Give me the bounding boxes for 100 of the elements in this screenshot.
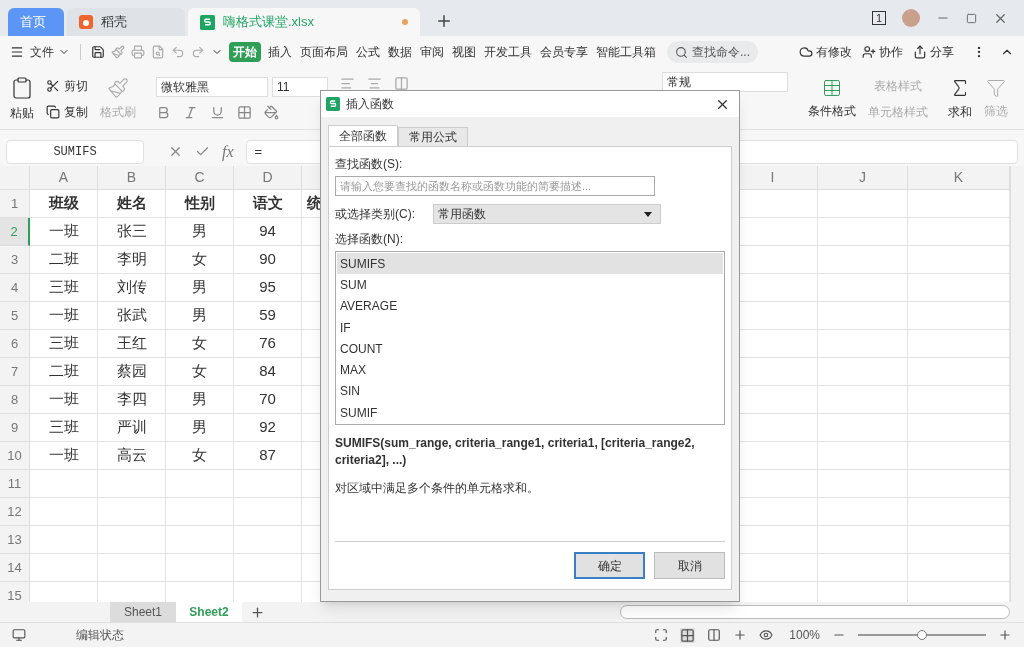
document-tab[interactable]: 稻壳 [67, 8, 185, 36]
row-header[interactable]: 13 [0, 526, 30, 554]
paste-button[interactable]: 粘贴 [10, 103, 34, 122]
toolbar-action[interactable]: 分享 [913, 43, 954, 61]
cancel-button[interactable]: 取消 [654, 552, 725, 579]
redo-icon[interactable] [191, 45, 205, 59]
toolbar-action[interactable]: 有修改 [799, 43, 852, 61]
table-cell: 一班 [30, 218, 98, 246]
column-header[interactable]: C [166, 166, 234, 190]
align-icon[interactable] [340, 76, 355, 91]
vertical-scrollbar[interactable] [1010, 166, 1024, 602]
command-search[interactable]: 查找命令... [667, 41, 758, 63]
search-field[interactable]: 请输入您要查找的函数名称或函数功能的简要描述... [335, 176, 655, 196]
brush-icon[interactable] [111, 45, 125, 59]
zoom-in-icon[interactable] [998, 628, 1012, 642]
format-painter-icon[interactable] [107, 76, 129, 99]
row-header[interactable]: 15 [0, 582, 30, 602]
zoom-slider-thumb[interactable] [917, 630, 927, 640]
horizontal-scrollbar[interactable] [620, 605, 1010, 619]
row-header[interactable]: 10 [0, 442, 30, 470]
function-item[interactable]: COUNT [337, 338, 723, 360]
table-cell: 三班 [30, 274, 98, 302]
ribbon-button[interactable]: 复制 [46, 102, 88, 121]
number-format-select[interactable]: 常规 [662, 72, 788, 92]
merge-icon[interactable] [394, 76, 409, 91]
eye-icon[interactable] [759, 628, 774, 642]
row-header[interactable]: 12 [0, 498, 30, 526]
dialog-tab[interactable]: 常用公式 [398, 127, 468, 146]
print-icon[interactable] [131, 45, 145, 59]
row-header[interactable]: 11 [0, 470, 30, 498]
file-menu[interactable]: 文件 [30, 43, 70, 61]
italic-icon[interactable] [183, 105, 198, 120]
ribbon-button[interactable]: 剪切 [46, 76, 88, 95]
function-item[interactable]: AVERAGE [337, 295, 723, 317]
row-header[interactable]: 4 [0, 274, 30, 302]
function-item[interactable]: SUMIF [337, 402, 723, 424]
column-header[interactable]: B [98, 166, 166, 190]
font-size-select[interactable]: 11 [272, 77, 328, 97]
function-item[interactable]: MAX [337, 359, 723, 381]
normal-view-icon[interactable] [680, 627, 696, 643]
function-item[interactable]: SIN [337, 380, 723, 403]
menu-tab[interactable]: 开发工具 [483, 43, 533, 61]
split-icon[interactable] [733, 628, 748, 642]
sum-button[interactable]: 求和 [948, 102, 972, 121]
name-box[interactable]: SUMIFS [6, 140, 144, 164]
cancel-icon[interactable] [168, 144, 183, 159]
window-count-badge[interactable]: 1 [871, 11, 886, 25]
table-cell: 男 [166, 302, 234, 330]
category-select[interactable]: 常用函数 [433, 204, 661, 224]
row-header[interactable]: 5 [0, 302, 30, 330]
row-header[interactable]: 14 [0, 554, 30, 582]
border-icon[interactable] [237, 105, 252, 120]
menu-tab[interactable]: 数据 [387, 43, 413, 61]
column-header[interactable]: J [818, 166, 908, 190]
row-header[interactable]: 3 [0, 246, 30, 274]
menu-tab[interactable]: 页面布局 [299, 43, 349, 61]
sheet-tab[interactable]: Sheet2 [176, 602, 242, 622]
menu-tab[interactable]: 会员专享 [539, 43, 589, 61]
sheet-tab[interactable]: Sheet1 [110, 602, 176, 622]
row-header[interactable]: 1 [0, 190, 30, 218]
page-view-icon[interactable] [707, 628, 722, 642]
menu-tab[interactable]: 智能工具箱 [595, 43, 657, 61]
new-tab-icon[interactable] [435, 12, 453, 30]
dialog-tab[interactable]: 全部函数 [328, 125, 398, 146]
ok-button[interactable]: 确定 [574, 552, 645, 579]
preview-icon[interactable] [151, 45, 165, 59]
fill-icon[interactable] [264, 105, 279, 120]
column-header[interactable]: A [30, 166, 98, 190]
fullscreen-icon[interactable] [654, 628, 669, 642]
macro-icon[interactable] [12, 628, 26, 642]
function-item[interactable]: IF [337, 316, 723, 339]
center-icon[interactable] [367, 76, 382, 91]
filter-icon[interactable] [986, 77, 1006, 98]
menu-icon[interactable] [10, 45, 24, 59]
avatar[interactable] [902, 9, 920, 27]
bold-icon[interactable] [156, 105, 171, 120]
menu-tab[interactable]: 审阅 [419, 43, 445, 61]
menu-tab[interactable]: 视图 [451, 43, 477, 61]
zoom-level[interactable]: 100% [789, 626, 820, 644]
row-header[interactable]: 8 [0, 386, 30, 414]
menu-tab[interactable]: 公式 [355, 43, 381, 61]
conditional-format-button[interactable]: 条件格式 [808, 101, 856, 120]
save-icon[interactable] [91, 45, 105, 59]
row-header[interactable]: 6 [0, 330, 30, 358]
add-sheet-icon[interactable] [250, 604, 265, 620]
font-select[interactable]: 微软雅黑 [156, 77, 268, 97]
table-cell: 92 [234, 414, 302, 442]
maximize-icon[interactable] [966, 12, 977, 24]
function-item[interactable]: SUMIFS [337, 253, 723, 275]
undo-icon[interactable] [171, 45, 185, 59]
table-icon[interactable] [822, 77, 842, 98]
column-header[interactable]: D [234, 166, 302, 190]
paste-icon[interactable] [10, 75, 34, 100]
row-header[interactable]: 9 [0, 414, 30, 442]
underline-icon[interactable] [210, 105, 225, 120]
function-item[interactable]: SUM [337, 274, 723, 296]
function-button[interactable]: fx [222, 140, 234, 166]
toolbar-action[interactable]: 协作 [862, 43, 903, 61]
row-header[interactable]: 7 [0, 358, 30, 386]
menu-tab[interactable]: 插入 [267, 43, 293, 61]
